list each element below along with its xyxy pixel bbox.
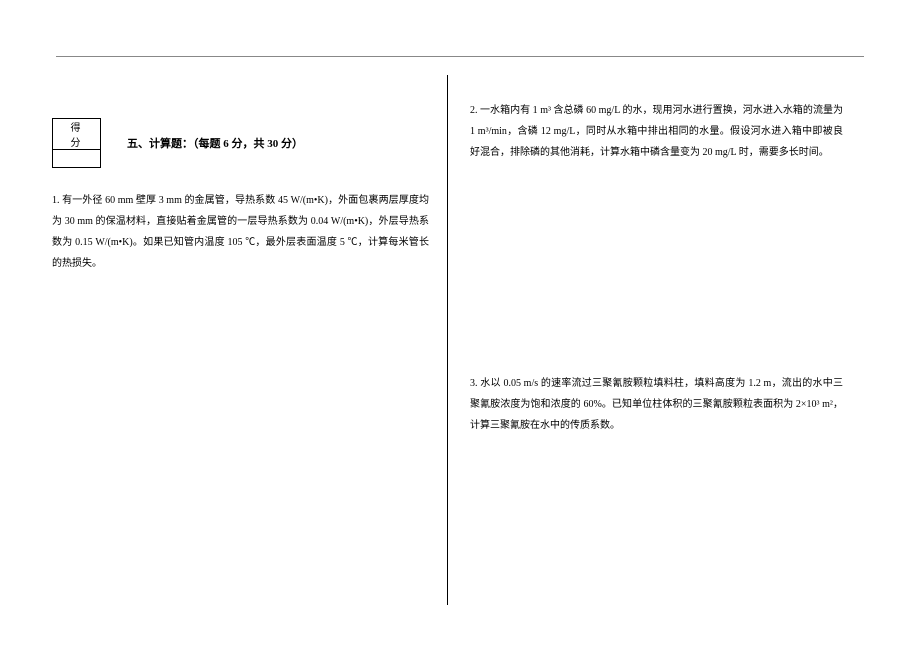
- score-box: 得 分: [52, 118, 101, 168]
- score-label: 得 分: [53, 119, 101, 150]
- score-value-cell: [53, 150, 101, 168]
- right-column: 2. 一水箱内有 1 m³ 含总磷 60 mg/L 的水，现用河水进行置换，河水…: [448, 80, 843, 620]
- header-rule: [56, 56, 864, 57]
- question-3: 3. 水以 0.05 m/s 的速率流过三聚氰胺颗粒填料柱，填料高度为 1.2 …: [470, 373, 843, 436]
- exam-page: 得 分 五、计算题：（每题 6 分，共 30 分） 1. 有一外径 60 mm …: [0, 0, 920, 650]
- two-column-layout: 得 分 五、计算题：（每题 6 分，共 30 分） 1. 有一外径 60 mm …: [52, 80, 868, 620]
- section-title: 五、计算题：（每题 6 分，共 30 分）: [127, 135, 303, 151]
- left-column: 得 分 五、计算题：（每题 6 分，共 30 分） 1. 有一外径 60 mm …: [52, 80, 447, 620]
- question-1: 1. 有一外径 60 mm 壁厚 3 mm 的金属管，导热系数 45 W/(m•…: [52, 190, 429, 274]
- section-header: 得 分 五、计算题：（每题 6 分，共 30 分）: [52, 118, 429, 168]
- question-2: 2. 一水箱内有 1 m³ 含总磷 60 mg/L 的水，现用河水进行置换，河水…: [470, 100, 843, 163]
